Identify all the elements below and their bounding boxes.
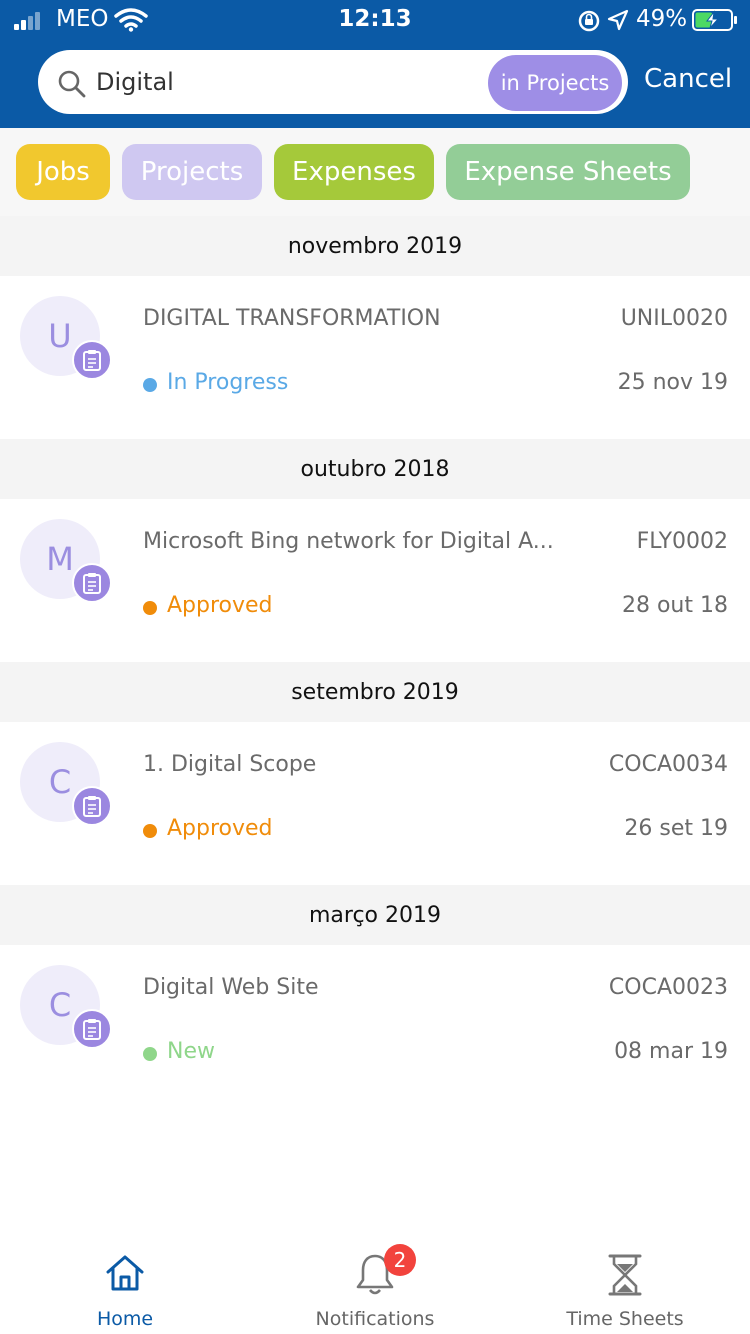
tab-home-label: Home	[96, 1308, 154, 1330]
filter-chip-jobs[interactable]: Jobs	[16, 144, 110, 200]
project-code: COCA0023	[608, 975, 728, 1000]
status-dot	[143, 601, 157, 615]
project-status: Approved	[167, 593, 273, 618]
battery-percent: 49%	[636, 6, 688, 32]
project-title: 1. Digital Scope	[143, 752, 317, 777]
search-scope-pill[interactable]: in Projects	[488, 55, 622, 111]
project-date: 25 nov 19	[617, 370, 728, 395]
clipboard-icon	[72, 1009, 112, 1049]
project-date: 28 out 18	[621, 593, 728, 618]
tab-bar: Home 2 Notifications Time Sheets	[0, 1236, 750, 1334]
project-status: New	[167, 1039, 215, 1064]
filter-chip-expense-sheets[interactable]: Expense Sheets	[446, 144, 690, 200]
battery-icon	[692, 9, 737, 31]
status-bar: MEO 12:13 49%	[0, 0, 750, 42]
group-header: outubro 2018	[0, 439, 750, 499]
project-date: 08 mar 19	[614, 1039, 728, 1064]
tab-home[interactable]: Home	[0, 1236, 250, 1334]
home-icon	[106, 1255, 144, 1291]
tab-timesheets-label: Time Sheets	[566, 1308, 684, 1330]
project-date: 26 set 19	[624, 816, 728, 841]
project-row[interactable]: C Digital Web Site COCA0023 New 08 mar 1…	[0, 945, 750, 1108]
status-dot	[143, 1047, 157, 1061]
notification-count-badge: 2	[384, 1244, 416, 1276]
app-header: MEO 12:13 49% in Projects Cancel	[0, 0, 750, 128]
project-title: Digital Web Site	[143, 975, 319, 1000]
project-row[interactable]: C 1. Digital Scope COCA0034 Approved 26 …	[0, 722, 750, 885]
project-row[interactable]: M Microsoft Bing network for Digital A..…	[0, 499, 750, 662]
filter-chip-projects[interactable]: Projects	[122, 144, 262, 200]
hourglass-icon	[608, 1254, 642, 1296]
clipboard-icon	[72, 786, 112, 826]
clipboard-icon	[72, 340, 112, 380]
search-icon	[58, 70, 86, 98]
clipboard-icon	[72, 563, 112, 603]
search-input[interactable]	[96, 64, 476, 100]
cancel-button[interactable]: Cancel	[644, 64, 732, 94]
group-header: setembro 2019	[0, 662, 750, 722]
tab-notifications[interactable]: 2 Notifications	[250, 1236, 500, 1334]
status-dot	[143, 378, 157, 392]
project-code: UNIL0020	[620, 306, 728, 331]
project-status: Approved	[167, 816, 273, 841]
filter-chip-expenses[interactable]: Expenses	[274, 144, 434, 200]
tab-timesheets[interactable]: Time Sheets	[500, 1236, 750, 1334]
tab-notifications-label: Notifications	[315, 1308, 435, 1330]
project-status: In Progress	[167, 370, 289, 395]
status-dot	[143, 824, 157, 838]
project-title: DIGITAL TRANSFORMATION	[143, 306, 441, 331]
project-row[interactable]: U DIGITAL TRANSFORMATION UNIL0020 In Pro…	[0, 276, 750, 439]
rotation-lock-icon	[578, 10, 600, 32]
project-code: FLY0002	[636, 529, 728, 554]
project-title: Microsoft Bing network for Digital A...	[143, 529, 554, 554]
project-code: COCA0034	[608, 752, 728, 777]
location-arrow-icon	[607, 9, 629, 31]
group-header: março 2019	[0, 885, 750, 945]
group-header: novembro 2019	[0, 216, 750, 276]
